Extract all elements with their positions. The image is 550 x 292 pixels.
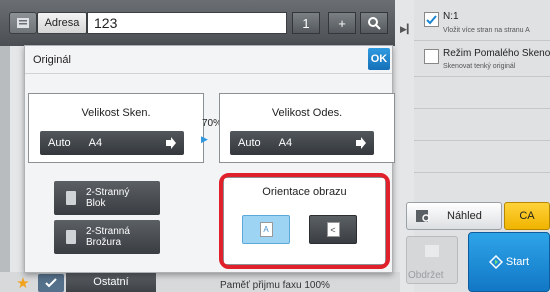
ca-button[interactable]: CA [504, 202, 550, 230]
portrait-page-icon: A [259, 222, 273, 237]
counter-button[interactable]: 1 [292, 12, 320, 34]
check-button[interactable] [38, 274, 64, 292]
address-book-icon[interactable] [9, 12, 37, 34]
ok-button[interactable]: OK [368, 48, 390, 70]
scan-size-mode: Auto [48, 137, 71, 149]
receive-label: Obdržet [408, 270, 444, 281]
orientation-title: Orientace obrazu [262, 186, 347, 198]
address-tab[interactable]: Adresa [37, 12, 87, 34]
arrow-right-icon [166, 137, 176, 149]
landscape-page-icon: < [326, 222, 340, 237]
arrow-right-icon [356, 137, 366, 149]
ratio-arrow-icon: ▶ [201, 134, 208, 144]
dialog-title: Originál [33, 54, 71, 66]
send-size-title: Velikost Odes. [271, 107, 343, 119]
send-size-select[interactable]: Auto A4 [230, 131, 374, 155]
slow-scan-title: Režim Pomalého Skenování [443, 48, 550, 59]
divider [414, 140, 550, 141]
favorite-star-icon[interactable]: ★ [10, 274, 36, 292]
slow-scan-subtitle: Skenovat tenký originál [443, 63, 516, 70]
start-button[interactable]: Start [468, 232, 550, 292]
n-to-1-subtitle: Vložit více stran na stranu A [443, 27, 530, 34]
orientation-landscape-button[interactable]: < [309, 215, 357, 244]
checkmark-icon [45, 278, 57, 288]
expand-arrow-icon[interactable]: ▶▎ [400, 24, 414, 35]
duplex-tablet-button[interactable]: 2-Stranná Brožura [54, 220, 160, 254]
scan-size-value: A4 [88, 137, 103, 149]
send-size-value: A4 [278, 137, 293, 149]
divider [414, 108, 550, 109]
search-button[interactable] [360, 12, 388, 34]
add-address-button[interactable]: + [328, 12, 356, 34]
other-button[interactable]: Ostatní [66, 272, 156, 292]
fax-memory-status: Paměť přijmu faxu 100% [220, 280, 330, 291]
send-size-mode: Auto [238, 137, 261, 149]
dialog-header [25, 46, 392, 74]
duplex-book-button[interactable]: 2-Stranný Blok [54, 181, 160, 215]
duplex-tablet-label: 2-Stranná Brožura [86, 226, 130, 248]
address-input[interactable]: 123 [87, 12, 287, 34]
orientation-portrait-button[interactable]: A [242, 215, 290, 244]
book-icon [66, 191, 76, 205]
duplex-book-label: 2-Stranný Blok [86, 187, 130, 209]
background-panel [0, 46, 10, 276]
tablet-icon [66, 230, 76, 244]
checkmark-icon [426, 15, 437, 25]
scan-size-select[interactable]: Auto A4 [40, 131, 184, 155]
n-to-1-checkbox[interactable] [424, 12, 439, 27]
divider [414, 40, 550, 41]
start-label: Start [505, 256, 530, 268]
preview-icon [416, 210, 430, 222]
scan-size-title: Velikost Sken. [81, 107, 151, 119]
start-diamond-icon [488, 255, 503, 269]
preview-button[interactable]: Náhled [406, 202, 502, 230]
search-icon [368, 17, 381, 30]
receive-icon [425, 245, 439, 257]
n-to-1-title: N:1 [443, 11, 459, 22]
preview-label: Náhled [447, 210, 482, 222]
divider [414, 76, 550, 77]
slow-scan-checkbox[interactable] [424, 49, 439, 64]
divider [414, 172, 550, 173]
